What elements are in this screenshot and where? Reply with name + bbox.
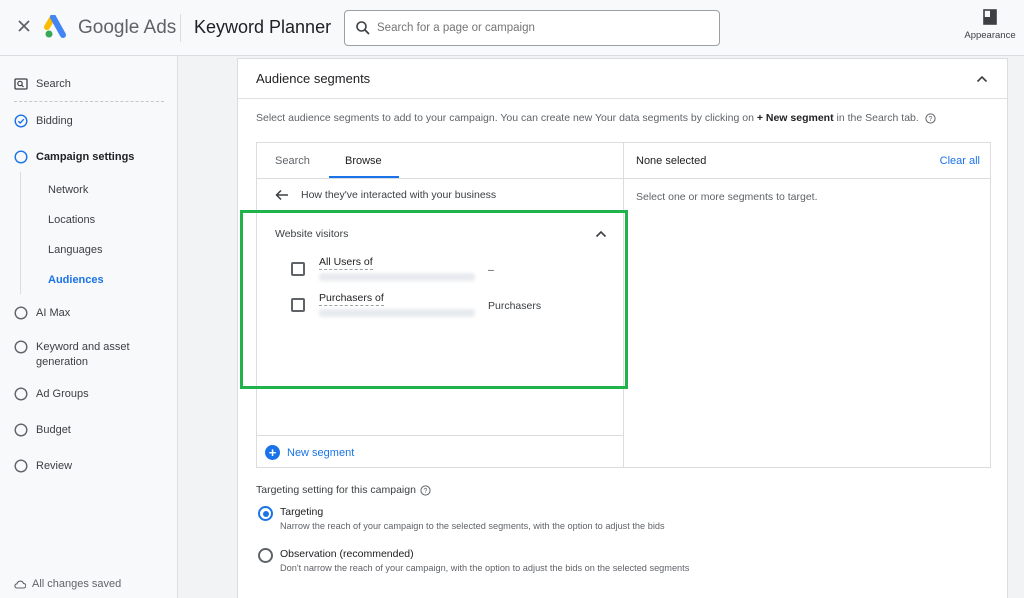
help-icon[interactable]: ? xyxy=(925,113,936,124)
sidebar-item-review[interactable]: Review xyxy=(14,456,72,476)
top-bar: Google Ads Keyword Planner Appearance xyxy=(0,0,1024,56)
tab-browse[interactable]: Browse xyxy=(345,155,382,167)
radio-button[interactable] xyxy=(258,548,273,563)
sidebar-item-label: Keyword and asset xyxy=(36,341,130,353)
browse-pane: Search Browse How they've interacted wit… xyxy=(257,143,624,467)
sidebar-subnav-line xyxy=(20,172,21,294)
sidebar-item-label-line2: generation xyxy=(36,356,88,368)
search-box[interactable] xyxy=(344,10,720,46)
sidebar-item-campaign-settings[interactable]: Campaign settings xyxy=(14,147,134,167)
sidebar-item-label: Bidding xyxy=(36,115,73,127)
redacted-domain xyxy=(319,309,475,317)
selected-pane-header: None selected Clear all xyxy=(624,143,990,179)
selection-hint: Select one or more segments to target. xyxy=(636,191,818,203)
appearance-label: Appearance xyxy=(964,30,1016,41)
sidebar-item-label: Review xyxy=(36,460,73,472)
header-divider xyxy=(180,14,181,42)
redacted-domain xyxy=(319,273,475,281)
chevron-up-icon[interactable] xyxy=(594,227,608,241)
card-title: Audience segments xyxy=(256,71,371,86)
description-bold: + New segment xyxy=(756,112,834,124)
sidebar-item-label: AI Max xyxy=(36,307,71,319)
google-ads-logo xyxy=(44,15,66,38)
check-circle-icon xyxy=(14,114,28,128)
segment-name: All Users of xyxy=(319,256,373,270)
plus-circle-icon: + xyxy=(265,445,280,460)
segment-name: Purchasers of xyxy=(319,292,384,306)
appearance-button[interactable]: Appearance xyxy=(962,8,1018,41)
sidebar-divider xyxy=(14,101,164,102)
circle-outline-icon xyxy=(14,423,28,437)
svg-text:?: ? xyxy=(423,488,427,495)
sidebar-item-label: Ad Groups xyxy=(36,388,89,400)
save-status-text: All changes saved xyxy=(32,578,122,590)
cloud-done-icon xyxy=(14,580,26,589)
back-label: How they've interacted with your busines… xyxy=(301,189,497,201)
segment-type: Purchasers xyxy=(488,300,542,312)
description-text: Select audience segments to add to your … xyxy=(256,112,757,124)
circle-outline-icon xyxy=(14,306,28,320)
card-header[interactable]: Audience segments xyxy=(238,59,1007,99)
group-label: Website visitors xyxy=(275,228,349,240)
audience-segments-card: Audience segments Select audience segmen… xyxy=(237,58,1008,598)
segment-selector: Search Browse How they've interacted wit… xyxy=(256,142,991,468)
help-icon[interactable]: ? xyxy=(420,484,431,496)
svg-text:?: ? xyxy=(928,116,932,123)
save-status: All changes saved xyxy=(14,578,121,590)
new-segment-label: New segment xyxy=(287,446,355,459)
sidebar-item-label: Budget xyxy=(36,424,71,436)
sidebar-item-budget[interactable]: Budget xyxy=(14,420,71,440)
sidebar-item-ai-max[interactable]: AI Max xyxy=(14,303,70,323)
chevron-up-icon[interactable] xyxy=(975,72,989,86)
card-description: Select audience segments to add to your … xyxy=(256,112,936,124)
sidebar-item-ad-groups[interactable]: Ad Groups xyxy=(14,384,89,404)
sidebar-item-label: Search xyxy=(36,78,71,90)
arrow-back-icon[interactable] xyxy=(275,189,289,201)
circle-outline-icon xyxy=(14,459,28,473)
sidebar-subitem-audiences[interactable]: Audiences xyxy=(48,274,104,286)
radio-button[interactable] xyxy=(258,506,273,521)
selection-count: None selected xyxy=(636,155,707,167)
sidebar: Search Bidding Campaign settings Network… xyxy=(0,56,178,598)
search-input[interactable] xyxy=(377,19,707,37)
option-description: Narrow the reach of your campaign to the… xyxy=(280,521,665,531)
sidebar-subitem-languages[interactable]: Languages xyxy=(48,244,102,256)
tab-bar: Search Browse xyxy=(257,143,624,179)
pane-divider xyxy=(257,435,624,436)
sidebar-item-bidding[interactable]: Bidding xyxy=(14,111,73,131)
close-icon[interactable] xyxy=(16,18,32,34)
option-label: Observation (recommended) xyxy=(280,548,414,560)
search-icon xyxy=(356,21,370,35)
option-label: Targeting xyxy=(280,506,324,518)
targeting-heading: Targeting setting for this campaign ? xyxy=(256,484,431,496)
sidebar-item-label: Campaign settings xyxy=(36,151,135,163)
tool-title: Keyword Planner xyxy=(194,17,332,37)
appearance-icon xyxy=(983,9,997,25)
segment-checkbox[interactable] xyxy=(291,262,305,276)
targeting-heading-text: Targeting setting for this campaign xyxy=(256,484,416,496)
brand-prefix: Google xyxy=(78,17,140,38)
active-tab-indicator xyxy=(329,176,399,178)
circle-outline-icon xyxy=(14,387,28,401)
sidebar-item-search[interactable]: Search xyxy=(14,74,71,94)
brand-name: Google Ads xyxy=(78,17,176,39)
segment-row[interactable]: Purchasers of Purchasers xyxy=(291,292,611,322)
circle-outline-icon xyxy=(14,150,28,164)
tab-search[interactable]: Search xyxy=(275,155,310,167)
back-to-category[interactable]: How they've interacted with your busines… xyxy=(275,189,496,201)
segment-checkbox[interactable] xyxy=(291,298,305,312)
search-box-icon xyxy=(14,78,28,90)
description-text-end: in the Search tab. xyxy=(833,112,919,124)
segment-type: – xyxy=(488,264,494,276)
clear-all-button[interactable]: Clear all xyxy=(940,155,980,167)
segment-row[interactable]: All Users of – xyxy=(291,256,611,286)
sidebar-subitem-locations[interactable]: Locations xyxy=(48,214,95,226)
new-segment-button[interactable]: + New segment xyxy=(265,445,354,460)
option-description: Don't narrow the reach of your campaign,… xyxy=(280,563,690,573)
circle-outline-icon xyxy=(14,340,28,354)
brand-suffix: Ads xyxy=(143,17,177,38)
sidebar-subitem-network[interactable]: Network xyxy=(48,184,88,196)
sidebar-item-keyword-generation[interactable]: Keyword and asset generation xyxy=(14,340,130,370)
